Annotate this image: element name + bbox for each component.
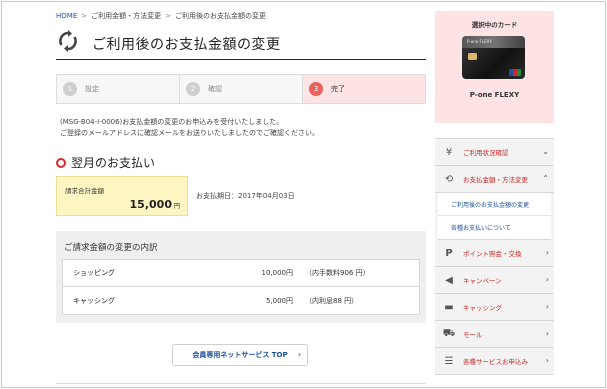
list-icon: ☰: [444, 355, 454, 367]
step-label: 完了: [331, 85, 345, 93]
breadcrumb-item-current: ご利用後のお支払金額の変更: [175, 12, 266, 20]
member-top-label: 会員専用ネットサービス TOP: [192, 351, 288, 359]
total-amount-box: 請求合計金額 15,000 円: [56, 176, 188, 216]
sidebar-item-points[interactable]: P ポイント照会・交換 ›: [435, 240, 554, 267]
sidebar-item-mall[interactable]: ⛟ モール ›: [435, 321, 554, 348]
page-title: ご利用後のお支払金額の変更: [92, 37, 281, 53]
table-row: キャッシング 5,000円 （内利息88 円）: [63, 287, 419, 314]
credit-card-image: P-one FLEXY: [462, 36, 525, 79]
member-top-button[interactable]: 会員専用ネットサービス TOP ›: [172, 344, 308, 366]
sidebar-item-services[interactable]: ☰ 各種サービスお申込み ›: [435, 348, 554, 375]
divider: [56, 383, 426, 384]
jcb-logo-icon: [509, 69, 521, 76]
card-brand-text: P-one FLEXY: [467, 39, 492, 44]
breakdown-table: ショッピング 10,000円 （内手数料906 円） キャッシング 5,000円…: [62, 259, 420, 315]
card-name: P-one FLEXY: [469, 91, 520, 99]
total-label: 請求合計金額: [65, 187, 104, 195]
chevron-right-icon: ›: [545, 248, 549, 257]
row-note: （内利息88 円）: [305, 296, 359, 305]
page-header: ご利用後のお支払金額の変更: [56, 26, 426, 60]
chevron-right-icon: ›: [545, 302, 549, 311]
payment-due-date: お支払期日：2017年04月03日: [196, 192, 295, 200]
step-complete: 3 完了: [303, 75, 425, 103]
row-amount: 10,000円: [261, 269, 294, 277]
circle-marker-icon: [56, 157, 66, 168]
progress-steps: 1 設定 2 確認 3 完了: [56, 74, 426, 104]
sidebar-item-cashing[interactable]: ▬ キャッシング ›: [435, 294, 554, 321]
breadcrumb-home-link[interactable]: HOME: [56, 12, 77, 20]
megaphone-icon: ◀: [445, 274, 453, 286]
completion-message: (MSG-B04-I-0006)お支払金額の変更のお申込みを受付いたしました。 …: [60, 118, 319, 137]
chevron-right-icon: ›: [297, 350, 301, 359]
subnav-item-amount-change[interactable]: ご利用後のお支払金額の変更: [438, 193, 551, 216]
card-panel-title: 選択中のカード: [471, 21, 518, 29]
card-chip-icon: [468, 53, 477, 60]
cart-icon: ⛟: [442, 327, 456, 339]
subnav-item-payment-info[interactable]: 各種お支払いについて: [438, 216, 551, 239]
chevron-down-icon: ⌄: [542, 147, 549, 156]
breakdown-title: ご請求金額の変更の内訳: [64, 243, 158, 253]
breadcrumb: HOME > ご利用金額・方法変更 > ご利用後のお支払金額の変更: [56, 12, 266, 20]
step-number: 2: [186, 82, 200, 96]
row-name: ショッピング: [73, 269, 115, 277]
sidebar-item-payment-change[interactable]: ⟲ お支払金額・方法変更 ⌃: [435, 166, 554, 193]
sidebar-subnav: ご利用後のお支払金額の変更 各種お支払いについて: [435, 193, 554, 240]
refresh-icon: ⟲: [444, 173, 454, 185]
chevron-right-icon: ›: [545, 329, 549, 338]
step-number: 1: [63, 82, 77, 96]
row-amount: 5,000円: [265, 296, 293, 305]
refresh-arrows-icon: [59, 30, 77, 52]
step-confirm: 2 確認: [180, 75, 303, 103]
sidebar-item-campaign[interactable]: ◀ キャンペーン ›: [435, 267, 554, 294]
sidebar-nav: ¥ ご利用状況確認 ⌄ ⟲ お支払金額・方法変更 ⌃ ご利用後のお支払金額の変更…: [435, 138, 554, 375]
row-name: キャッシング: [73, 296, 115, 305]
total-amount: 15,000 円: [129, 198, 180, 211]
step-label: 設定: [85, 85, 99, 93]
point-icon: P: [445, 247, 453, 259]
table-row: ショッピング 10,000円 （内手数料906 円）: [63, 260, 419, 287]
card-icon: ▬: [444, 301, 454, 313]
row-note: （内手数料906 円）: [305, 269, 370, 277]
page-frame: HOME > ご利用金額・方法変更 > ご利用後のお支払金額の変更 ご利用後のお支払金額…: [1, 1, 606, 388]
step-label: 確認: [208, 85, 222, 93]
next-payment-heading: 翌月のお支払い: [56, 154, 155, 171]
section-title: 翌月のお支払い: [71, 156, 156, 170]
chevron-right-icon: ›: [545, 356, 549, 365]
step-setting: 1 設定: [57, 75, 180, 103]
chevron-up-icon: ⌃: [542, 174, 549, 183]
breakdown-panel: ご請求金額の変更の内訳 ショッピング 10,000円 （内手数料906 円） キ…: [56, 231, 426, 323]
sidebar-item-usage[interactable]: ¥ ご利用状況確認 ⌄: [435, 139, 554, 166]
selected-card-panel: 選択中のカード P-one FLEXY P-one FLEXY: [435, 11, 554, 123]
breadcrumb-item-payment-change[interactable]: ご利用金額・方法変更: [91, 12, 161, 20]
step-number: 3: [309, 82, 323, 96]
yen-icon: ¥: [445, 146, 453, 158]
chevron-right-icon: ›: [545, 275, 549, 284]
